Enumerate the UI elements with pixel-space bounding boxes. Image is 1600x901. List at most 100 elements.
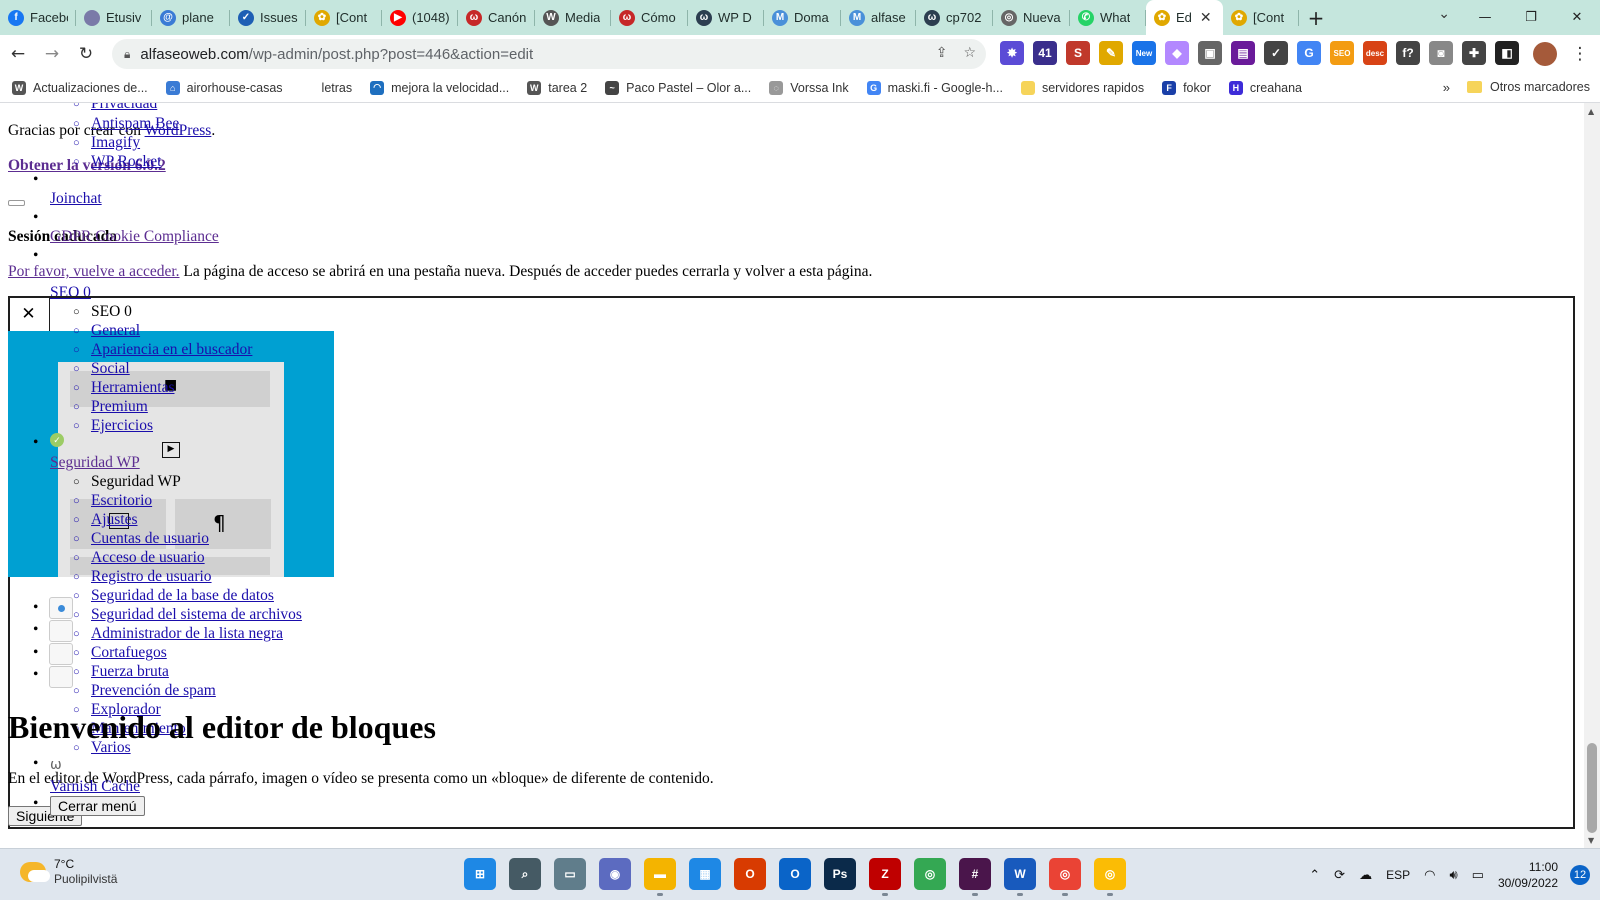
browser-tab[interactable]: ✓ Issues	[230, 0, 306, 35]
image-ext-icon[interactable]: ▣	[1198, 41, 1222, 65]
submenu-link-seguridad[interactable]: Prevención de spam	[73, 682, 216, 700]
camera-ext-icon[interactable]: ◙	[1429, 41, 1453, 65]
battery-icon[interactable]: ▭	[1472, 868, 1484, 883]
browser-tab[interactable]: ✿ [Cont	[306, 0, 382, 35]
explorer-icon[interactable]: ▬	[644, 858, 676, 896]
maximize-icon[interactable]: ❐	[1508, 0, 1554, 35]
sidepanel-ext-icon[interactable]: ◧	[1495, 41, 1519, 65]
taskview-icon[interactable]: ▭	[554, 858, 586, 890]
submenu-link-seguridad[interactable]: Cortafuegos	[73, 644, 167, 662]
tab-search-icon[interactable]: ⌄	[1438, 6, 1450, 22]
formula-ext-icon[interactable]: f?	[1396, 41, 1420, 65]
menu-link-imagify[interactable]: Imagify	[73, 134, 140, 152]
browser-tab[interactable]: W Media	[535, 0, 611, 35]
browser-tab[interactable]: ▶ (1048)	[382, 0, 458, 35]
lock-icon[interactable]: 🔒︎	[124, 47, 130, 62]
start-icon[interactable]: ⊞	[464, 858, 496, 890]
browser-tab[interactable]: ✿ Ed ✕	[1146, 0, 1223, 35]
browser-tab[interactable]: ω Canón	[458, 0, 535, 35]
share-icon[interactable]: ⇪	[936, 45, 948, 61]
bookmark-item[interactable]: Wtarea 2	[527, 80, 587, 95]
browser-tab[interactable]: ✿ [Cont	[1223, 0, 1299, 35]
submenu-link-seguridad[interactable]: Cuentas de usuario	[73, 530, 209, 548]
submenu-link-seguridad[interactable]: Seguridad del sistema de archivos	[73, 606, 302, 624]
browser-tab[interactable]: @ plane	[152, 0, 230, 35]
browser-tab[interactable]: ◎ Nueva	[993, 0, 1070, 35]
chat-icon[interactable]: ◉	[599, 858, 631, 890]
browser-tab[interactable]: Etusiv	[76, 0, 152, 35]
scroll-thumb[interactable]	[1587, 743, 1597, 833]
browser-tab[interactable]: ω cp702	[916, 0, 993, 35]
bookmark-item[interactable]: Hcreahana	[1228, 80, 1302, 95]
volume-icon[interactable]: 🔊︎	[1449, 868, 1457, 883]
other-bookmarks[interactable]: Otros marcadores	[1466, 80, 1590, 94]
menu-link-antispam[interactable]: Antispam Bee	[73, 115, 179, 133]
store-icon[interactable]: ▦	[689, 858, 721, 890]
submenu-link-seguridad[interactable]: Fuerza bruta	[73, 663, 169, 681]
submenu-link-seguridad[interactable]: Seguridad de la base de datos	[73, 587, 274, 605]
menu-link-varnish[interactable]: Varnish Cache	[50, 778, 140, 796]
chrome-icon[interactable]: ◎	[914, 858, 946, 890]
clock[interactable]: 11:00 30/09/2022	[1498, 859, 1558, 891]
word-icon[interactable]: W	[1004, 858, 1036, 896]
close-icon[interactable]: ✕	[8, 296, 50, 332]
puzzle-ext-icon[interactable]: ✚	[1462, 41, 1486, 65]
bookmark-item[interactable]: Gmaski.fi - Google-h...	[866, 80, 1003, 95]
page-dot-1[interactable]	[49, 597, 73, 619]
submenu-link-seguridad[interactable]: Ajustes	[73, 511, 137, 529]
bookmark-item[interactable]: servidores rapidos	[1020, 80, 1144, 95]
office-icon[interactable]: O	[734, 858, 766, 890]
submenu-link-seo[interactable]: Ejercicios	[73, 417, 153, 435]
slack-icon[interactable]: #	[959, 858, 991, 896]
page-dot-3[interactable]	[49, 643, 73, 665]
picture-ext-icon[interactable]: ▤	[1231, 41, 1255, 65]
browser-tab[interactable]: ω WP D	[688, 0, 764, 35]
pen-ext-icon[interactable]: ✎	[1099, 41, 1123, 65]
submenu-link-seguridad[interactable]: Escritorio	[73, 492, 152, 510]
page-dot-4[interactable]	[49, 666, 73, 688]
browser-tab[interactable]: f Facebo	[0, 0, 76, 35]
profile-avatar[interactable]	[1533, 42, 1557, 66]
bookmark-item[interactable]: letras	[301, 81, 353, 95]
reload-icon[interactable]: ↻	[70, 38, 102, 70]
relogin-link[interactable]: Por favor, vuelve a acceder.	[8, 263, 180, 280]
menu-link-gdpr[interactable]: GDPR Cookie Compliance	[50, 228, 219, 246]
page-dot-2[interactable]	[49, 620, 73, 642]
seo-ext-icon[interactable]: SEO	[1330, 41, 1354, 65]
submenu-link-seo[interactable]: Herramientas	[73, 379, 174, 397]
submenu-link-seguridad[interactable]: Administrador de la lista negra	[73, 625, 283, 643]
s-ext-icon[interactable]: S	[1066, 41, 1090, 65]
menu-link-seguridad[interactable]: Seguridad WP	[50, 454, 140, 472]
language-indicator[interactable]: ESP	[1386, 868, 1410, 882]
notification-badge[interactable]: 12	[1570, 865, 1590, 885]
outlook-icon[interactable]: O	[779, 858, 811, 890]
scroll-up-icon[interactable]: ▲	[1588, 107, 1594, 116]
bookmark-item[interactable]: W Actualizaciones de...	[12, 80, 148, 95]
menu-link-privacidad[interactable]: Privacidad	[73, 103, 157, 113]
scroll-down-icon[interactable]: ▼	[1588, 836, 1594, 845]
bookmark-item[interactable]: ~ Paco Pastel – Olor a...	[605, 80, 751, 95]
close-menu-button[interactable]: Cerrar menú	[50, 796, 145, 816]
weather-widget[interactable]: 7°C Puolipilvistä	[20, 857, 117, 887]
search-icon[interactable]: ⌕	[509, 858, 541, 890]
bookmark-item[interactable]: ◌ Vorssa Ink	[769, 80, 849, 95]
new-ext-icon[interactable]: New	[1132, 41, 1156, 65]
submenu-link-seguridad[interactable]: Acceso de usuario	[73, 549, 205, 567]
browser-tab[interactable]: Malfase	[841, 0, 916, 35]
menu-link-wp-rocket[interactable]: WP Rocket	[73, 153, 162, 171]
submenu-link-seo[interactable]: Social	[73, 360, 130, 378]
gear-ext-icon[interactable]: ✸	[1000, 41, 1024, 65]
close-tab-icon[interactable]: ✕	[1200, 9, 1212, 26]
back-icon[interactable]: ←	[2, 38, 34, 70]
chrome-profile-icon[interactable]: ◎	[1049, 858, 1081, 896]
submenu-link-seo[interactable]: Apariencia en el buscador	[73, 341, 252, 359]
menu-icon[interactable]: ⋮	[1564, 38, 1596, 70]
page-scrollbar[interactable]: ▲ ▼	[1584, 103, 1600, 848]
photoshop-icon[interactable]: Ps	[824, 858, 856, 890]
compass-ext-icon[interactable]: ✓	[1264, 41, 1288, 65]
browser-tab[interactable]: ✆ What	[1070, 0, 1146, 35]
new-tab-icon[interactable]: +	[1299, 0, 1333, 35]
cloud-icon[interactable]: ☁	[1359, 868, 1372, 883]
bookmark-item[interactable]: ◠ mejora la velocidad...	[370, 80, 509, 95]
chevron-up-icon[interactable]: ⌃	[1309, 868, 1320, 883]
